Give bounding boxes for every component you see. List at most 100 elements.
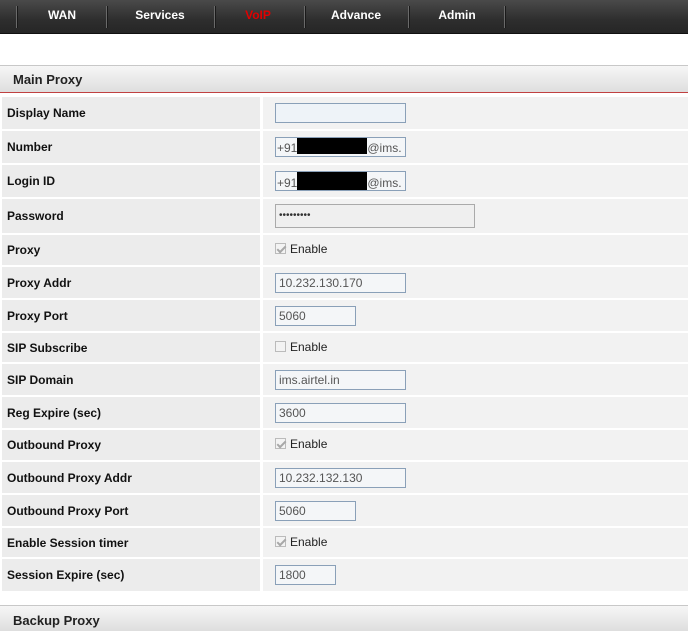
row-reg-expire: Reg Expire (sec) 3600: [0, 396, 688, 429]
field-label: Session Expire (sec): [7, 568, 125, 582]
nav-separator: [408, 6, 410, 28]
row-outbound-proxy-addr: Outbound Proxy Addr 10.232.132.130: [0, 461, 688, 494]
label-cell: Proxy Port: [2, 300, 260, 331]
outbound-proxy-checkbox[interactable]: [275, 438, 286, 449]
nav-separator: [106, 6, 108, 28]
number-input[interactable]: +91 @ims.: [275, 137, 406, 157]
nav-separator: [304, 6, 306, 28]
value-cell: 10.232.132.130: [263, 462, 688, 493]
value-cell: 1800: [263, 559, 688, 591]
session-expire-input[interactable]: 1800: [275, 565, 336, 585]
nav-separator: [214, 6, 216, 28]
sip-subscribe-control[interactable]: Enable: [275, 340, 327, 356]
label-cell: Session Expire (sec): [2, 559, 260, 591]
row-sip-subscribe: SIP Subscribe Enable: [0, 332, 688, 363]
row-outbound-proxy: Outbound Proxy Enable: [0, 429, 688, 461]
top-nav-bar: WAN Services VoIP Advance Admin: [0, 0, 688, 34]
number-prefix: +91: [277, 141, 298, 155]
field-label: Outbound Proxy: [7, 438, 101, 452]
value-cell: 5060: [263, 495, 688, 526]
label-cell: Password: [2, 199, 260, 233]
label-cell: Login ID: [2, 165, 260, 197]
proxy-port-input[interactable]: 5060: [275, 305, 356, 326]
field-label: SIP Subscribe: [7, 340, 88, 355]
row-outbound-proxy-port: Outbound Proxy Port 5060: [0, 494, 688, 527]
field-label: Login ID: [7, 174, 55, 188]
field-label: Display Name: [7, 106, 86, 120]
row-number: Number +91 @ims.: [0, 130, 688, 164]
nav-tab-wan[interactable]: WAN: [20, 0, 104, 33]
label-cell: SIP Subscribe: [2, 333, 260, 362]
label-cell: Enable Session timer: [2, 528, 260, 557]
display-name-input[interactable]: [275, 103, 406, 123]
checkbox-label: Enable: [290, 242, 328, 256]
value-cell: ims.airtel.in: [263, 364, 688, 395]
redacted-block: [297, 172, 368, 190]
checkbox-label: Enable: [290, 534, 328, 549]
row-display-name: Display Name: [0, 96, 688, 130]
label-cell: Outbound Proxy Addr: [2, 462, 260, 493]
label-cell: Display Name: [2, 97, 260, 129]
login-id-suffix: @ims.: [367, 176, 402, 190]
main-proxy-header: Main Proxy: [0, 65, 688, 93]
value-cell: 3600: [263, 397, 688, 428]
nav-separator: [16, 6, 18, 28]
field-label: Proxy: [7, 243, 41, 257]
label-cell: Proxy Addr: [2, 267, 260, 298]
backup-proxy-header: Backup Proxy: [0, 605, 688, 631]
outbound-proxy-addr-input[interactable]: 10.232.132.130: [275, 467, 406, 488]
field-label: Reg Expire (sec): [7, 405, 102, 420]
row-password: Password •••••••••: [0, 198, 688, 234]
checkbox-label: Enable: [290, 339, 328, 354]
outbound-proxy-port-input[interactable]: 5060: [275, 500, 356, 521]
value-cell: +91 @ims.: [263, 131, 688, 163]
field-label: SIP Domain: [7, 372, 74, 387]
section-title: Main Proxy: [13, 72, 83, 87]
label-cell: SIP Domain: [2, 364, 260, 395]
label-cell: Outbound Proxy Port: [2, 495, 260, 526]
value-cell: 10.232.130.170: [263, 267, 688, 298]
label-cell: Proxy: [2, 235, 260, 265]
sip-domain-input[interactable]: ims.airtel.in: [275, 369, 406, 390]
proxy-addr-input[interactable]: 10.232.130.170: [275, 272, 406, 293]
reg-expire-input[interactable]: 3600: [275, 402, 406, 423]
number-suffix: @ims.: [367, 141, 402, 155]
nav-tab-voip[interactable]: VoIP: [218, 0, 298, 33]
section-title: Backup Proxy: [13, 613, 100, 628]
session-timer-checkbox[interactable]: [275, 535, 286, 547]
row-proxy-port: Proxy Port 5060: [0, 299, 688, 332]
field-label: Outbound Proxy Port: [7, 503, 129, 518]
nav-tab-services[interactable]: Services: [110, 0, 210, 33]
field-label: Proxy Port: [7, 308, 68, 323]
field-label: Number: [7, 140, 53, 154]
row-session-expire: Session Expire (sec) 1800: [0, 558, 688, 592]
row-proxy-addr: Proxy Addr 10.232.130.170: [0, 266, 688, 299]
session-timer-control[interactable]: Enable: [275, 535, 327, 551]
sip-subscribe-checkbox[interactable]: [275, 340, 286, 352]
label-cell: Outbound Proxy: [2, 430, 260, 460]
login-id-prefix: +91: [277, 176, 298, 190]
value-cell: Enable: [263, 430, 688, 460]
row-sip-domain: SIP Domain ims.airtel.in: [0, 363, 688, 396]
checkbox-label: Enable: [290, 437, 328, 451]
row-proxy: Proxy Enable: [0, 234, 688, 266]
outbound-proxy-control[interactable]: Enable: [275, 437, 327, 453]
value-cell: +91 @ims.: [263, 165, 688, 197]
label-cell: Number: [2, 131, 260, 163]
redacted-block: [297, 138, 368, 154]
proxy-enable-checkbox[interactable]: [275, 243, 286, 254]
nav-tab-advance[interactable]: Advance: [308, 0, 404, 33]
row-session-timer: Enable Session timer Enable: [0, 527, 688, 558]
value-cell: 5060: [263, 300, 688, 331]
nav-separator: [504, 6, 506, 28]
value-cell: Enable: [263, 235, 688, 265]
proxy-enable-control[interactable]: Enable: [275, 242, 327, 258]
password-input[interactable]: •••••••••: [275, 204, 475, 228]
field-label: Proxy Addr: [7, 275, 72, 290]
login-id-input[interactable]: +91 @ims.: [275, 171, 406, 191]
field-label: Outbound Proxy Addr: [7, 470, 132, 485]
value-cell: •••••••••: [263, 199, 688, 233]
row-login-id: Login ID +91 @ims.: [0, 164, 688, 198]
nav-tab-admin[interactable]: Admin: [412, 0, 502, 33]
value-cell: Enable: [263, 333, 688, 362]
